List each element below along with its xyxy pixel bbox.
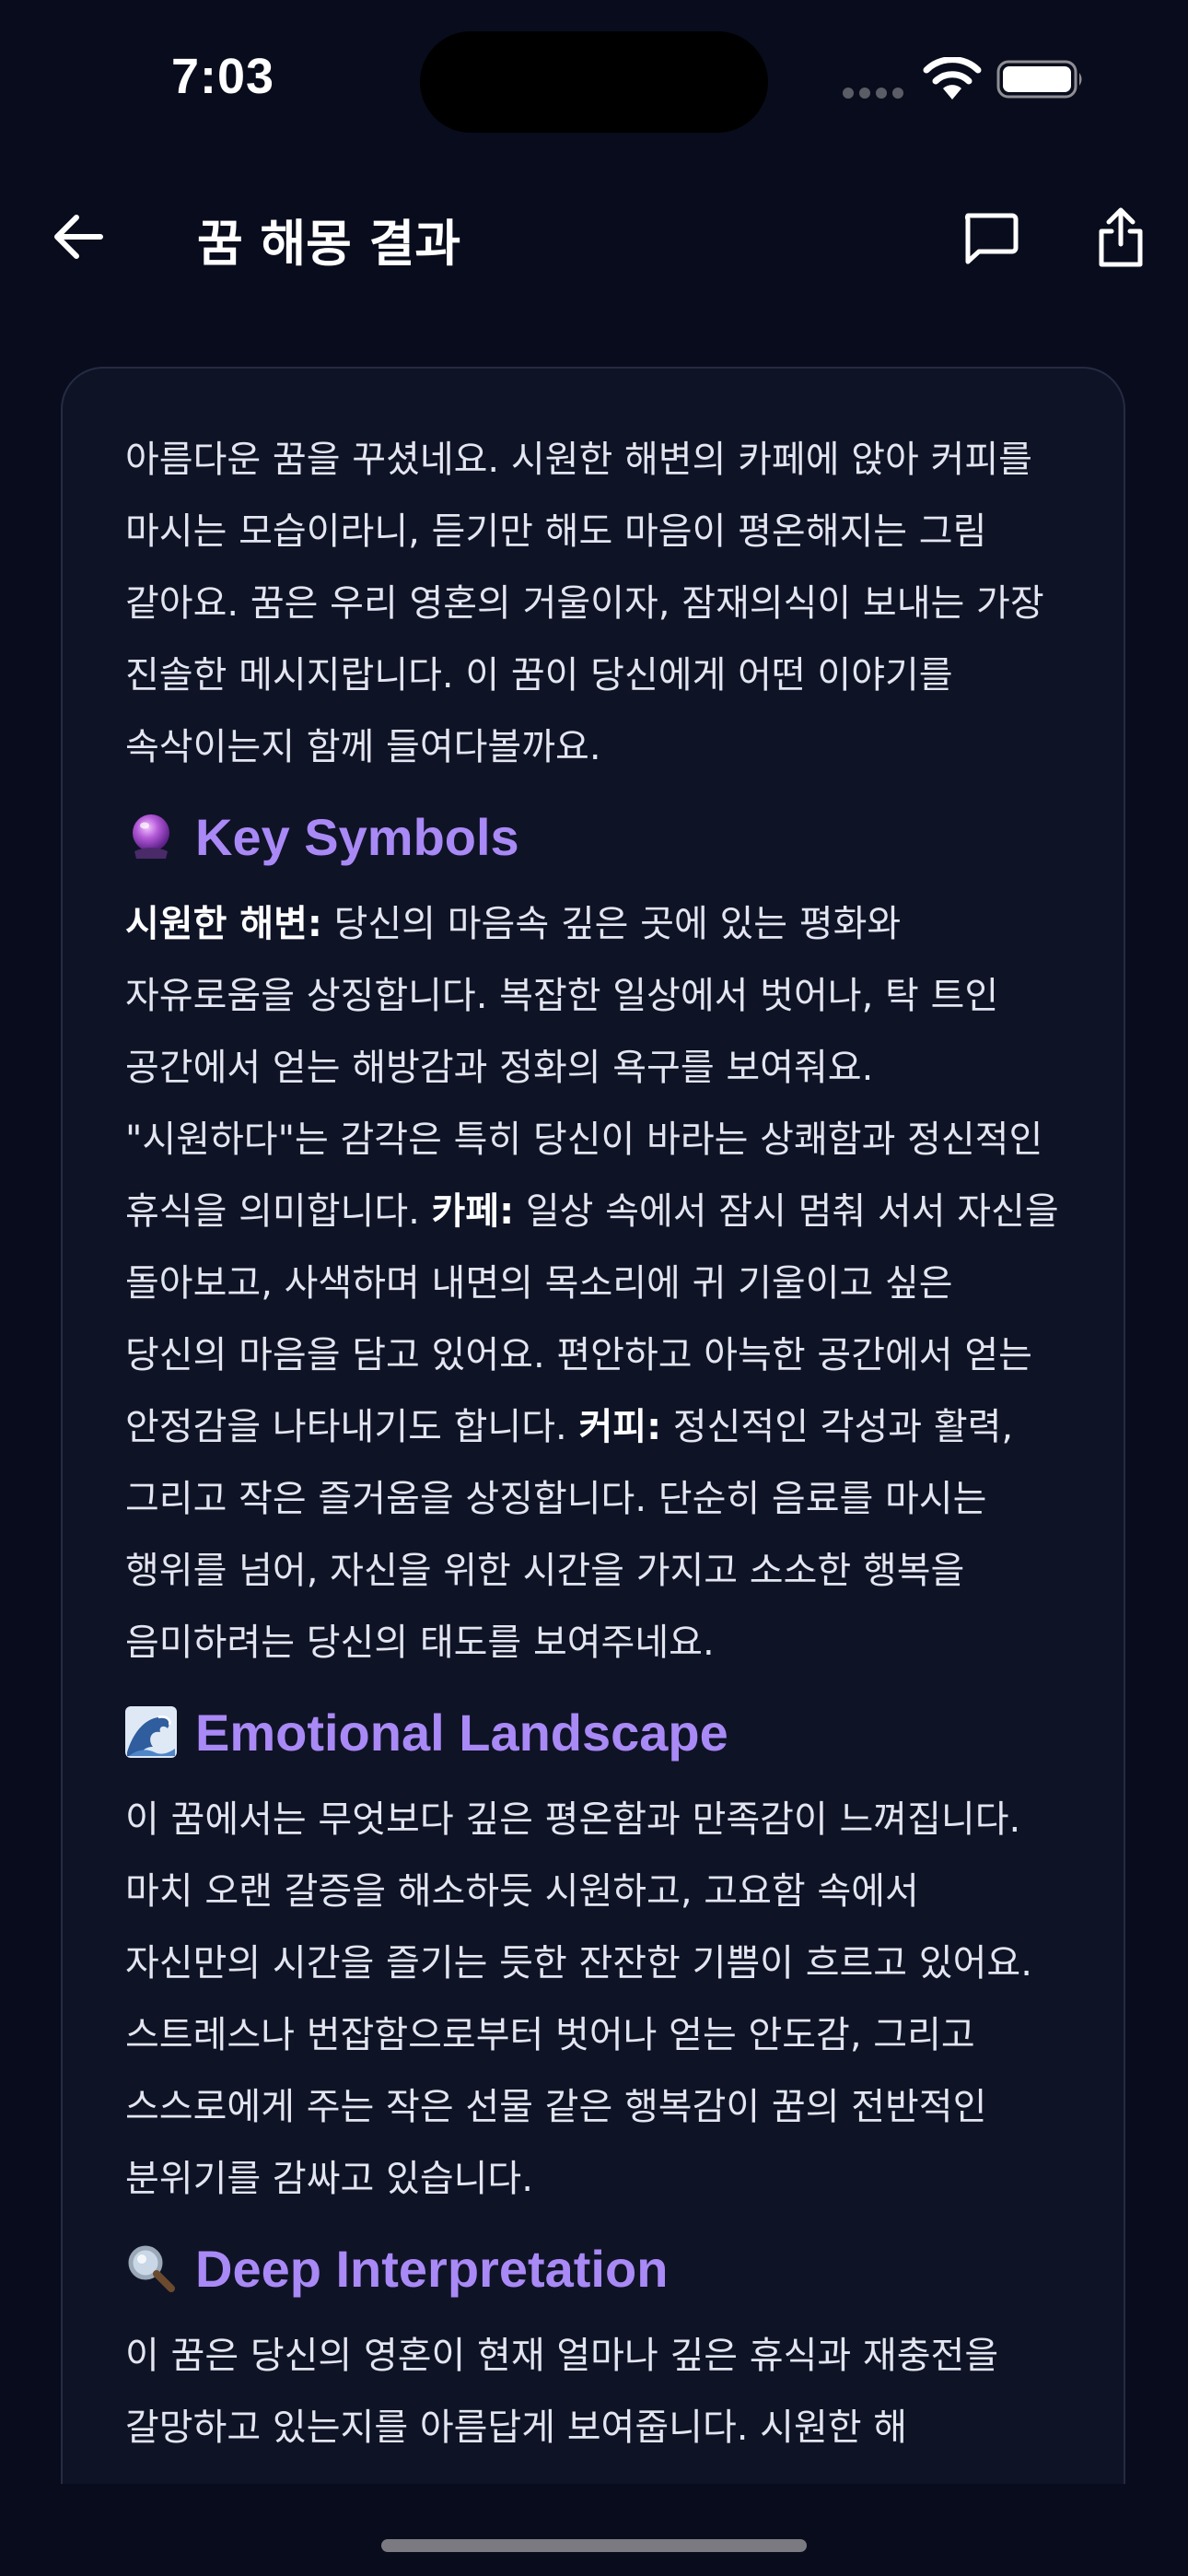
- crystal-ball-icon: [133, 814, 169, 859]
- key-symbols-paragraph: 시원한 해변: 당신의 마음속 깊은 곳에 있는 평화와 자유로움을 상징합니다…: [125, 888, 1065, 1679]
- cellular-signal-icon: [843, 88, 903, 99]
- wave-icon: [125, 1706, 177, 1758]
- share-button[interactable]: [1079, 193, 1162, 282]
- symbol-term-beach: 시원한 해변:: [125, 903, 322, 945]
- section-title: Emotional Landscape: [195, 1703, 728, 1762]
- share-icon: [1099, 207, 1143, 267]
- emotional-landscape-paragraph: 이 꿈에서는 무엇보다 깊은 평온함과 만족감이 느껴집니다. 마치 오랜 갈증…: [125, 1798, 1032, 2200]
- dream-result-card[interactable]: 아름다운 꿈을 꾸셨네요. 시원한 해변의 카페에 앉아 커피를 마시는 모습이…: [61, 367, 1125, 2486]
- symbol-term-coffee: 커피:: [578, 1406, 662, 1448]
- chat-button[interactable]: [949, 197, 1031, 280]
- home-indicator[interactable]: [381, 2539, 807, 2552]
- deep-interpretation-paragraph: 이 꿈은 당신의 영혼이 현재 얼마나 깊은 휴식과 재충전을 갈망하고 있는지…: [125, 2335, 999, 2449]
- symbol-term-cafe: 카페:: [431, 1190, 515, 1233]
- section-title: Key Symbols: [195, 807, 519, 866]
- battery-icon: [996, 60, 1082, 99]
- symbol-text-beach: 당신의 마음속 깊은 곳에 있는 평화와 자유로움을 상징합니다. 복잡한 일상…: [125, 903, 1043, 1233]
- chat-bubble-icon: [964, 213, 1019, 264]
- section-heading-emotional-landscape: Emotional Landscape: [125, 1686, 1065, 1778]
- app-header: 꿈 해몽 결과: [0, 175, 1188, 304]
- back-button[interactable]: [39, 197, 118, 276]
- wifi-icon: [923, 57, 982, 100]
- arrow-left-icon: [54, 215, 103, 259]
- dynamic-island: [420, 31, 768, 133]
- section-title: Deep Interpretation: [195, 2239, 669, 2298]
- status-bar: 7:03: [0, 0, 1188, 157]
- bottom-safe-area: [0, 2484, 1188, 2576]
- magnifier-icon: [128, 2245, 175, 2292]
- dream-result-content: 아름다운 꿈을 꾸셨네요. 시원한 해변의 카페에 앉아 커피를 마시는 모습이…: [125, 424, 1065, 2464]
- section-heading-deep-interpretation: Deep Interpretation: [125, 2222, 1065, 2314]
- status-time: 7:03: [171, 49, 275, 104]
- section-heading-key-symbols: Key Symbols: [125, 790, 1065, 883]
- intro-paragraph: 아름다운 꿈을 꾸셨네요. 시원한 해변의 카페에 앉아 커피를 마시는 모습이…: [125, 439, 1044, 768]
- page-title: 꿈 해몽 결과: [197, 215, 460, 273]
